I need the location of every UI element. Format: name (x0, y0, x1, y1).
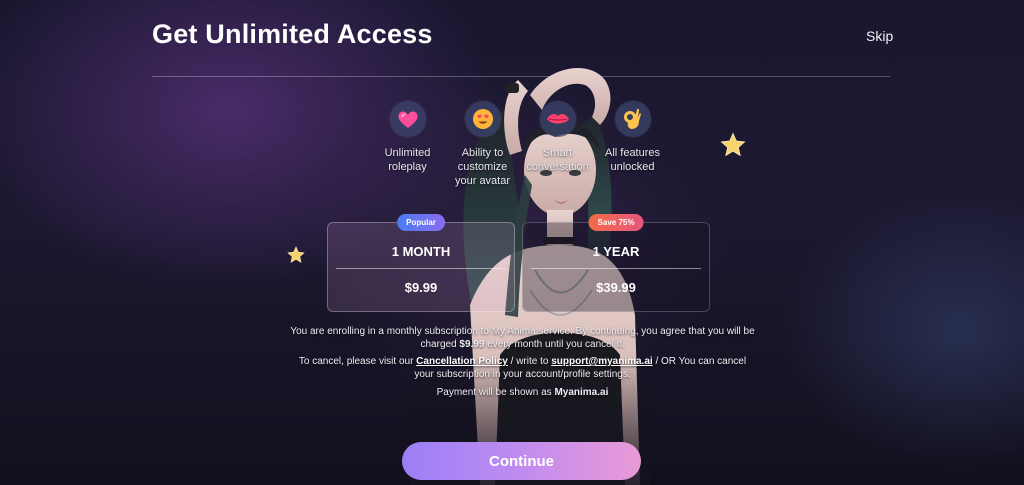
feature-label: Smart conversation (526, 147, 589, 173)
save-badge: Save 75% (588, 214, 644, 231)
ok-hand-icon (614, 101, 651, 137)
plan-price: $9.99 (404, 280, 438, 295)
feature-label: All features unlocked (604, 147, 661, 173)
cancellation-policy-link[interactable]: Cancellation Policy (416, 356, 508, 367)
enrollment-notice: You are enrolling in a monthly subscript… (290, 326, 755, 351)
support-email-link[interactable]: support@myanima.ai (551, 356, 652, 367)
plan-name: 1 YEAR (592, 244, 640, 259)
continue-button[interactable]: Continue (402, 442, 641, 480)
enroll-text-end: every month until you cancel it. (484, 338, 625, 350)
payment-merchant-name: Myanima.ai (554, 387, 609, 398)
heart-eyes-emoji-icon (464, 101, 501, 137)
cancellation-notice: To cancel, please visit our Cancellation… (290, 356, 755, 381)
plan-price: $39.99 (596, 280, 636, 295)
plan-card-yearly[interactable]: Save 75% 1 YEAR $39.99 (522, 214, 710, 312)
star-icon (287, 246, 305, 264)
enroll-price: $9.99 (459, 338, 485, 350)
cancel-text: To cancel, please visit our (298, 356, 417, 367)
plan-divider (531, 268, 701, 269)
plan-name: 1 MONTH (391, 244, 451, 259)
heart-chat-icon (389, 101, 426, 137)
feature-label: Unlimited roleplay (384, 147, 431, 173)
plan-divider (336, 268, 506, 269)
feature-customize-avatar: Ability to customize your avatar (445, 101, 520, 188)
payment-text: Payment will be shown as (436, 387, 555, 398)
plan-card-monthly[interactable]: Popular 1 MONTH $9.99 (327, 214, 515, 312)
feature-unlimited-roleplay: Unlimited roleplay (370, 101, 445, 188)
page-title: Get Unlimited Access (152, 19, 433, 49)
payment-notice: Payment will be shown as Myanima.ai (290, 387, 755, 400)
star-icon (720, 132, 746, 157)
cancel-text-mid: / write to (507, 356, 552, 367)
feature-smart-conversation: Smart conversation (520, 101, 595, 188)
feature-all-unlocked: All features unlocked (595, 101, 670, 188)
popular-badge: Popular (397, 214, 445, 231)
features-row: Unlimited roleplay Ability to customize … (370, 101, 670, 188)
skip-button[interactable]: Skip (866, 28, 893, 44)
feature-label: Ability to customize your avatar (454, 147, 511, 187)
kiss-lips-icon (539, 101, 576, 137)
